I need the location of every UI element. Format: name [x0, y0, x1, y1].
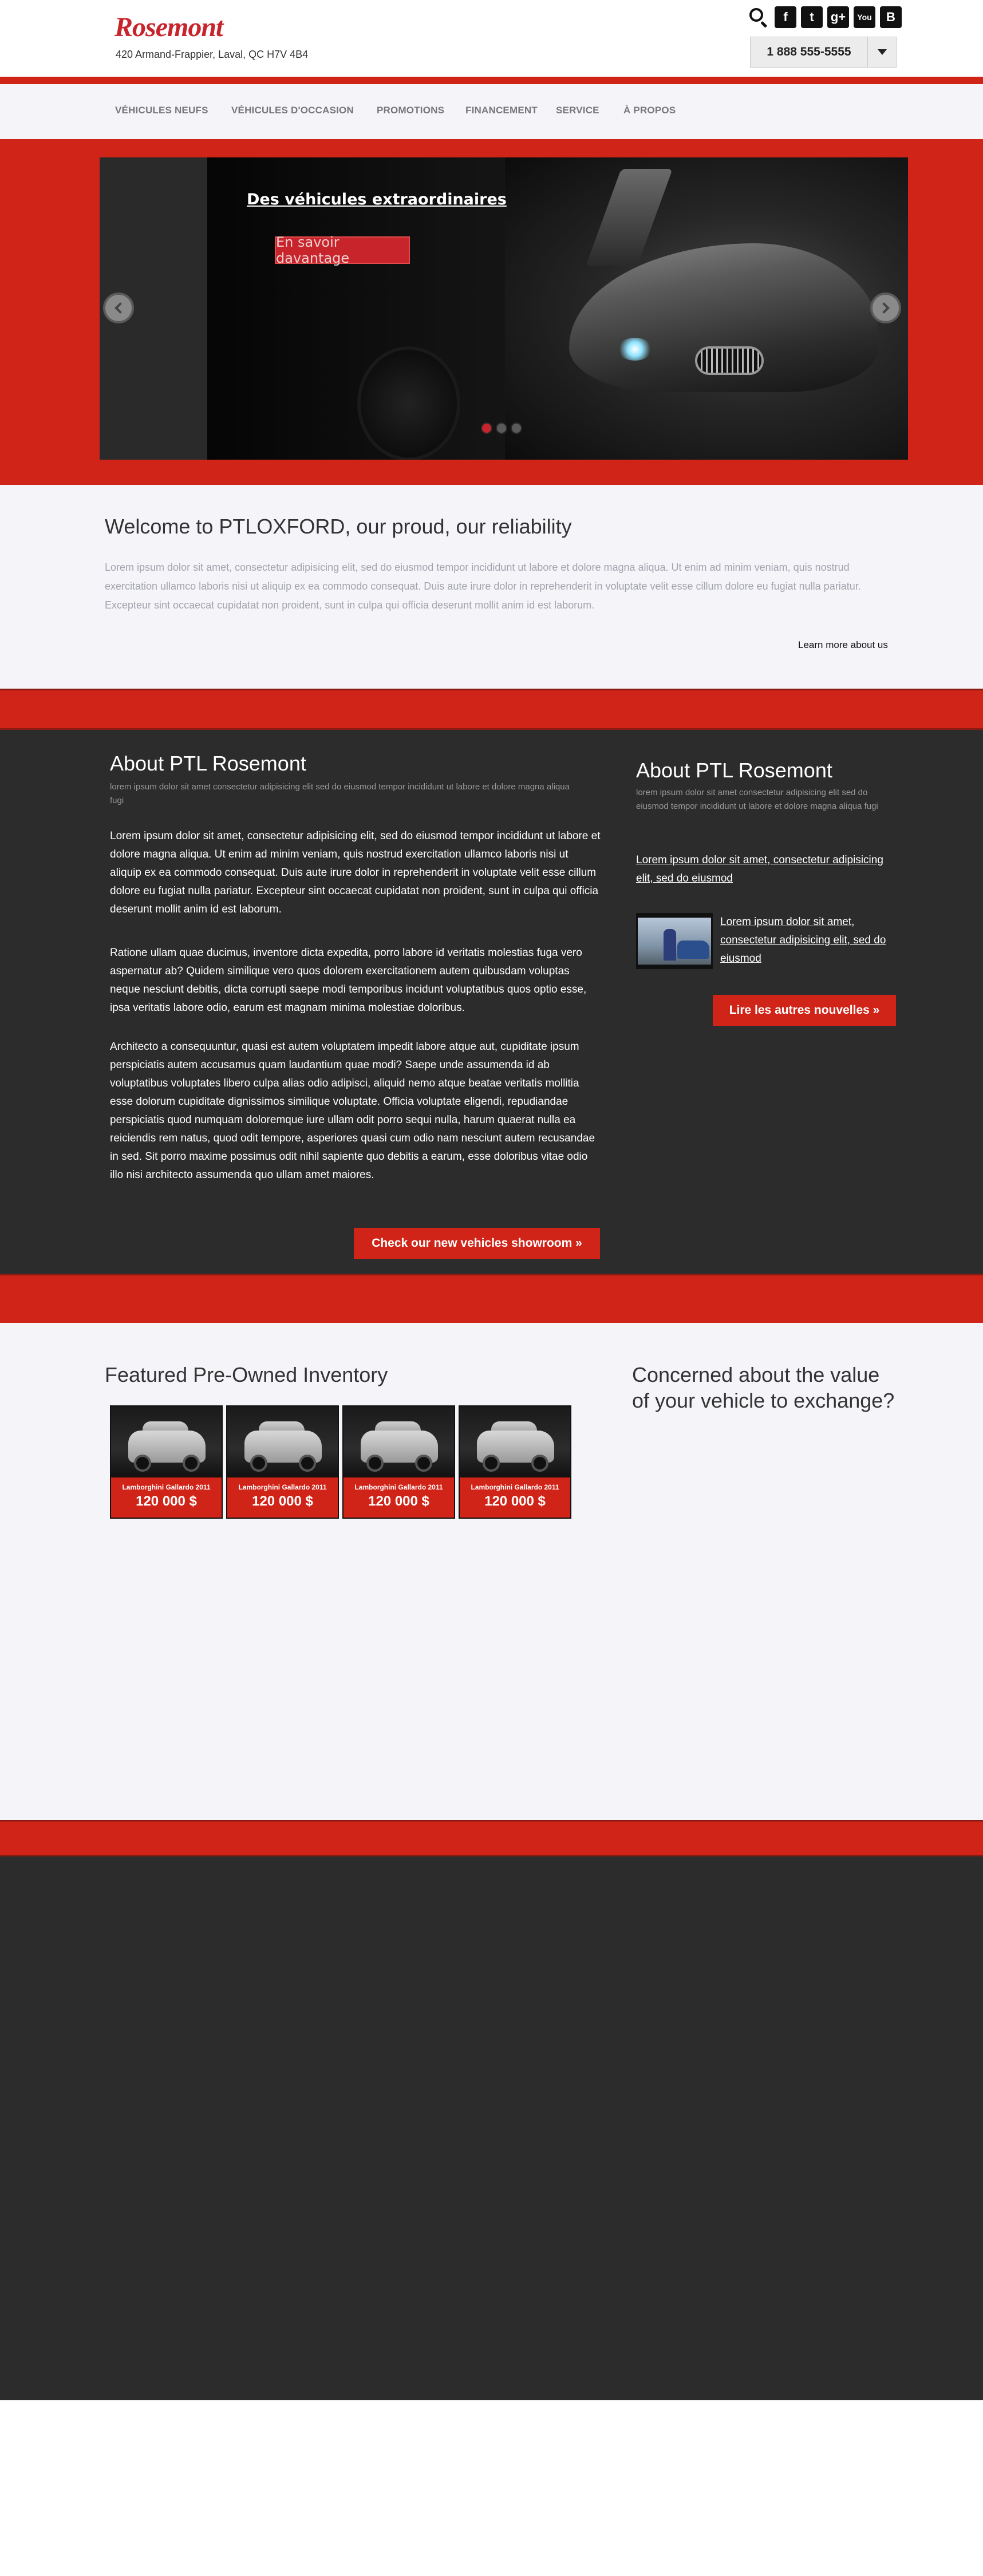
- trade-in-title: Concerned about the value of your vehicl…: [632, 1363, 895, 1412]
- phone-number[interactable]: 1 888 555-5555: [751, 37, 867, 67]
- logo[interactable]: Rosemont: [115, 11, 223, 43]
- site-header: Rosemont 420 Armand-Frappier, Laval, QC …: [0, 0, 983, 77]
- card-title: Lamborghini Gallardo 2011: [238, 1483, 327, 1491]
- phone-dropdown[interactable]: 1 888 555-5555: [750, 37, 897, 68]
- blogger-icon[interactable]: B: [880, 6, 902, 28]
- news-link[interactable]: Lorem ipsum dolor sit amet, consectetur …: [636, 851, 899, 888]
- slider-dot[interactable]: [481, 422, 492, 434]
- welcome-body: Lorem ipsum dolor sit amet, consectetur …: [105, 562, 861, 611]
- dealer-address: 420 Armand-Frappier, Laval, QC H7V 4B4: [116, 49, 309, 60]
- nav-item-new-vehicles[interactable]: VÉHICULES NEUFS: [115, 105, 208, 116]
- sidebar-title: About PTL Rosemont: [636, 758, 832, 782]
- header-icons: f t g+ You B: [747, 6, 902, 29]
- nav-item-about[interactable]: À PROPOS: [623, 105, 676, 116]
- chevron-down-icon[interactable]: [867, 37, 896, 67]
- car-wheel-shape: [357, 346, 460, 460]
- chevron-left-icon: [115, 302, 126, 314]
- about-top-band: [0, 689, 983, 730]
- car-thumbnail: [227, 1406, 338, 1477]
- card-title: Lamborghini Gallardo 2011: [122, 1483, 211, 1491]
- slider-next-button[interactable]: [870, 293, 901, 323]
- showroom-button[interactable]: Check our new vehicles showroom »: [354, 1228, 600, 1259]
- about-section: About PTL Rosemont lorem ipsum dolor sit…: [0, 730, 983, 1274]
- about-paragraph: Architecto a consequuntur, quasi est aut…: [110, 1041, 595, 1181]
- inventory-card[interactable]: Lamborghini Gallardo 2011 120 000 $: [342, 1405, 455, 1519]
- chevron-right-icon: [878, 302, 890, 314]
- about-subtitle: lorem ipsum dolor sit amet consectetur a…: [110, 782, 570, 805]
- page: Rosemont 420 Armand-Frappier, Laval, QC …: [0, 0, 983, 2576]
- nav-item-service[interactable]: SERVICE: [556, 105, 599, 116]
- car-thumbnail: [111, 1406, 222, 1477]
- inventory-card[interactable]: Lamborghini Gallardo 2011 120 000 $: [226, 1405, 339, 1519]
- featured-title: Featured Pre-Owned Inventory: [105, 1363, 388, 1386]
- nav-item-promotions[interactable]: PROMOTIONS: [377, 105, 444, 116]
- slider-prev-button[interactable]: [103, 293, 134, 323]
- more-news-button[interactable]: Lire les autres nouvelles »: [713, 995, 896, 1026]
- about-paragraph: Lorem ipsum dolor sit amet, consectetur …: [110, 830, 601, 915]
- footer-band: [0, 1820, 983, 1856]
- nav-item-financing[interactable]: FINANCEMENT: [465, 105, 538, 116]
- about-paragraph: Ratione ullam quae ducimus, inventore di…: [110, 947, 587, 1014]
- site-footer: [0, 1856, 983, 2400]
- search-icon[interactable]: [747, 6, 770, 29]
- slider-dot[interactable]: [511, 422, 522, 434]
- car-thumbnail: [344, 1406, 454, 1477]
- main-nav: VÉHICULES NEUFS VÉHICULES D'OCCASION PRO…: [0, 84, 983, 139]
- slider-dots: [481, 422, 522, 434]
- card-price: 120 000 $: [252, 1494, 313, 1509]
- welcome-section: Welcome to PTLOXFORD, our proud, our rel…: [0, 485, 983, 689]
- facebook-icon[interactable]: f: [775, 6, 796, 28]
- google-plus-icon[interactable]: g+: [827, 6, 849, 28]
- news-link[interactable]: Lorem ipsum dolor sit amet, consectetur …: [720, 913, 898, 968]
- inventory-card[interactable]: Lamborghini Gallardo 2011 120 000 $: [459, 1405, 571, 1519]
- slider-dot[interactable]: [496, 422, 507, 434]
- card-price: 120 000 $: [136, 1494, 197, 1509]
- about-bottom-band: [0, 1274, 983, 1323]
- learn-more-link[interactable]: Learn more about us: [798, 639, 888, 651]
- hero-cta-button[interactable]: En savoir davantage: [275, 234, 410, 266]
- sidebar-subtitle: lorem ipsum dolor sit amet consectetur a…: [636, 788, 878, 811]
- card-price: 120 000 $: [368, 1494, 429, 1509]
- car-headlight: [618, 338, 652, 361]
- nav-item-used-vehicles[interactable]: VÉHICULES D'OCCASION: [231, 105, 354, 116]
- card-title: Lamborghini Gallardo 2011: [354, 1483, 443, 1491]
- twitter-icon[interactable]: t: [801, 6, 823, 28]
- inventory-card[interactable]: Lamborghini Gallardo 2011 120 000 $: [110, 1405, 223, 1519]
- news-thumbnail[interactable]: [636, 913, 713, 969]
- header-divider: [0, 77, 983, 84]
- card-price: 120 000 $: [484, 1494, 546, 1509]
- youtube-icon[interactable]: You: [854, 6, 875, 28]
- featured-section: Featured Pre-Owned Inventory Lamborghini…: [0, 1323, 983, 1820]
- car-thumbnail: [460, 1406, 570, 1477]
- hero-title[interactable]: Des véhicules extraordinaires: [247, 191, 507, 208]
- card-title: Lamborghini Gallardo 2011: [471, 1483, 559, 1491]
- about-title: About PTL Rosemont: [110, 752, 306, 775]
- car-grille: [695, 346, 764, 375]
- welcome-title: Welcome to PTLOXFORD, our proud, our rel…: [105, 515, 572, 538]
